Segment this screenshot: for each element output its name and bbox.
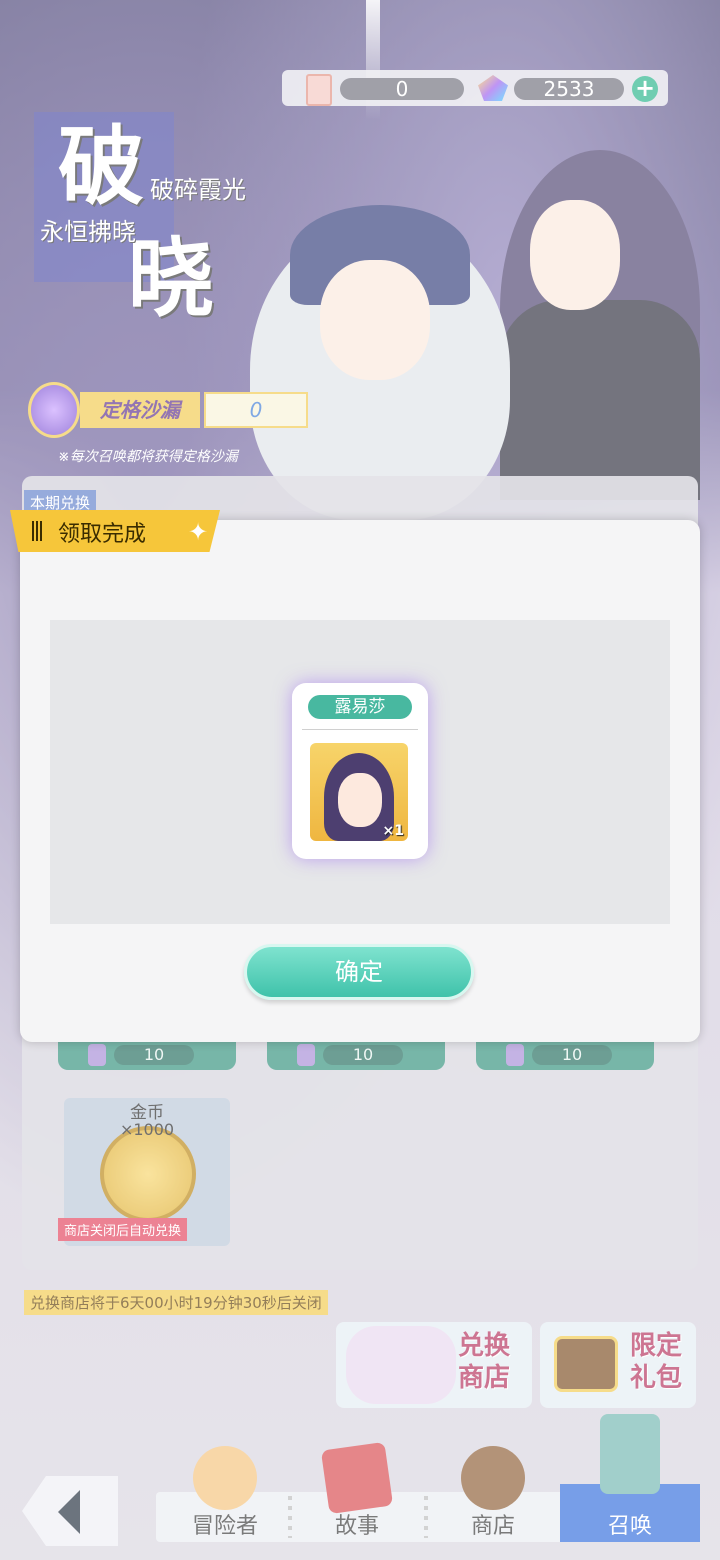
divider [302,729,418,730]
confirm-button[interactable]: 确定 [244,944,474,1000]
dialog-title: 领取完成 [58,522,147,547]
reward-name: 露易莎 [308,695,412,719]
character-portrait: ×1 [310,743,408,841]
portrait-face [338,773,382,827]
sparkle-icon: ✦ [188,518,209,546]
grip-icon [32,521,44,541]
reward-qty: ×1 [382,823,404,839]
reward-card[interactable]: 露易莎 ×1 [292,683,428,859]
dialog-title-tag: 领取完成 ✦ [10,510,220,552]
